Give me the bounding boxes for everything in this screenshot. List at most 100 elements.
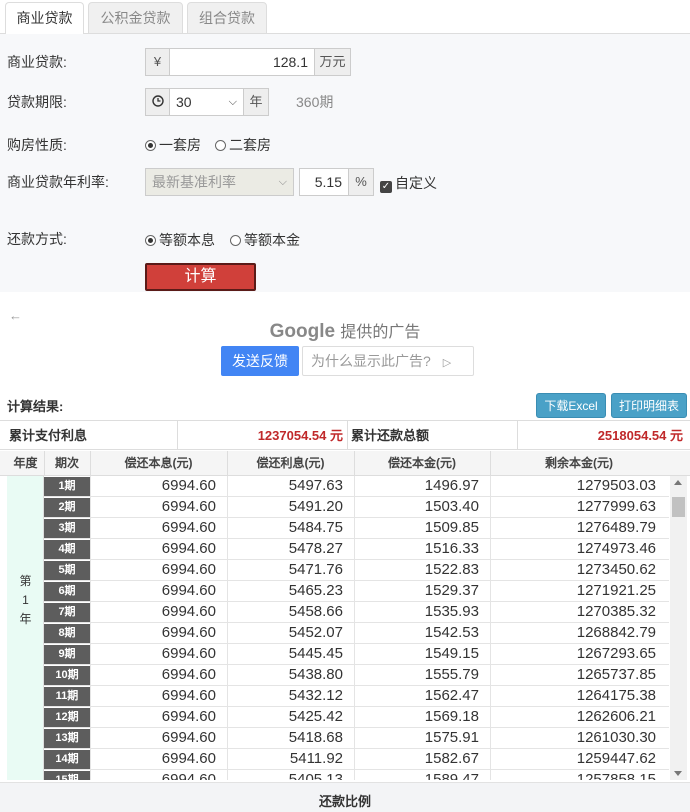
interest-rate-input[interactable]: 5.15	[299, 168, 349, 196]
rate-basis-select[interactable]: 最新基准利率 ⌵	[145, 168, 294, 196]
amount-unit-label: 万元	[314, 48, 351, 76]
cell-remaining: 1265737.85	[576, 666, 656, 683]
table-row: 5期 6994.60 5471.76 1522.83 1273450.62	[44, 560, 669, 581]
header-interest: 偿还利息(元)	[256, 456, 325, 470]
radio-equal-principal[interactable]: 等额本金	[230, 230, 300, 250]
cell-interest: 5471.76	[288, 561, 343, 578]
why-this-ad-button[interactable]: 为什么显示此广告? ▷	[302, 346, 474, 376]
cell-remaining: 1268842.79	[576, 624, 656, 641]
cell-interest: 5432.12	[288, 687, 343, 704]
schedule-table-body[interactable]: 第 1 年 1期 6994.60 5497.63 1496.97 1279503.03 2…	[0, 476, 690, 780]
cell-remaining: 1270385.32	[576, 603, 656, 620]
cell-principal: 1549.15	[424, 645, 479, 662]
header-payment: 偿还本息(元)	[124, 456, 193, 470]
loan-amount-label: 商业贷款:	[7, 54, 67, 70]
table-row: 3期 6994.60 5484.75 1509.85 1276489.79	[44, 518, 669, 539]
results-toolbar: 计算结果: 下载Excel 打印明细表	[0, 392, 690, 420]
repayment-ratio-label: 还款比例	[318, 794, 371, 809]
print-detail-button[interactable]: 打印明细表	[611, 393, 687, 418]
radio-first-home[interactable]: 一套房	[145, 135, 201, 155]
ad-panel: ← Google 提供的广告 发送反馈 为什么显示此广告? ▷	[0, 298, 690, 388]
period-label: 4期	[44, 540, 90, 559]
cell-interest: 5458.66	[288, 603, 343, 620]
results-summary: 累计支付利息 1237054.54 元 累计还款总额 2518054.54 元	[0, 420, 690, 450]
period-label: 5期	[44, 561, 90, 580]
cell-principal: 1516.33	[424, 540, 479, 557]
cell-principal: 1555.79	[424, 666, 479, 683]
scroll-down-icon[interactable]	[674, 771, 682, 776]
radio-first-home-label: 一套房	[159, 137, 201, 153]
cell-payment: 6994.60	[161, 771, 216, 780]
rate-basis-value: 最新基准利率	[152, 174, 236, 190]
table-row: 10期 6994.60 5438.80 1555.79 1265737.85	[44, 665, 669, 686]
cell-interest: 5405.13	[288, 771, 343, 780]
radio-second-home[interactable]: 二套房	[215, 135, 271, 155]
table-row: 7期 6994.60 5458.66 1535.93 1270385.32	[44, 602, 669, 623]
tab-provident-fund-loan[interactable]: 公积金贷款	[88, 2, 183, 34]
cell-principal: 1503.40	[424, 498, 479, 515]
cell-payment: 6994.60	[161, 477, 216, 494]
cell-principal: 1582.67	[424, 750, 479, 767]
year-cell-2	[7, 728, 44, 780]
table-scrollbar[interactable]	[670, 476, 687, 780]
cell-remaining: 1276489.79	[576, 519, 656, 536]
cell-remaining: 1279503.03	[576, 477, 656, 494]
cell-remaining: 1274973.46	[576, 540, 656, 557]
cell-remaining: 1257858.15	[576, 771, 656, 780]
cell-interest: 5418.68	[288, 729, 343, 746]
period-label: 15期	[44, 771, 90, 780]
interest-rate-label: 商业贷款年利率:	[7, 174, 109, 190]
cell-principal: 1562.47	[424, 687, 479, 704]
calculate-button[interactable]: 计算	[145, 263, 256, 291]
header-year: 年度	[13, 456, 38, 470]
scrollbar-thumb[interactable]	[672, 497, 685, 517]
year-cell-1: 第 1 年	[7, 476, 44, 728]
header-period: 期次	[54, 456, 79, 470]
cell-remaining: 1267293.65	[576, 645, 656, 662]
cell-interest: 5478.27	[288, 540, 343, 557]
period-label: 12期	[44, 708, 90, 727]
radio-unselected-icon	[215, 140, 226, 151]
cell-principal: 1535.93	[424, 603, 479, 620]
table-row: 15期 6994.60 5405.13 1589.47 1257858.15	[44, 770, 669, 780]
cell-interest: 5438.80	[288, 666, 343, 683]
cell-principal: 1496.97	[424, 477, 479, 494]
radio-equal-installment-label: 等额本息	[159, 232, 215, 248]
scroll-up-icon[interactable]	[674, 480, 682, 485]
custom-rate-checkbox[interactable]: ✓ 自定义	[380, 173, 437, 193]
tab-commercial-loan[interactable]: 商业贷款	[5, 2, 84, 35]
cell-principal: 1529.37	[424, 582, 479, 599]
cell-interest: 5411.92	[289, 750, 343, 767]
tab-combined-loan[interactable]: 组合贷款	[187, 2, 267, 34]
cell-remaining: 1277999.63	[576, 498, 656, 515]
header-remaining: 剩余本金(元)	[545, 456, 613, 470]
download-excel-button[interactable]: 下载Excel	[536, 393, 606, 418]
google-logo-text: Google	[269, 321, 336, 342]
cell-remaining: 1261030.30	[576, 729, 656, 746]
cell-payment: 6994.60	[161, 687, 216, 704]
period-label: 3期	[44, 519, 90, 538]
cell-interest: 5425.42	[288, 708, 343, 725]
cell-principal: 1509.85	[424, 519, 479, 536]
loan-amount-input[interactable]: 128.1	[169, 48, 315, 76]
repayment-method-label: 还款方式:	[7, 231, 67, 247]
checkbox-checked-icon: ✓	[380, 181, 392, 193]
cell-remaining: 1259447.62	[576, 750, 656, 767]
loan-term-value: 30	[176, 94, 192, 110]
table-row: 2期 6994.60 5491.20 1503.40 1277999.63	[44, 497, 669, 518]
repayment-ratio-tab[interactable]: 还款比例	[0, 782, 690, 812]
loan-term-select[interactable]: 30 ⌵	[169, 88, 244, 116]
cell-remaining: 1262606.21	[576, 708, 656, 725]
send-feedback-button[interactable]: 发送反馈	[221, 346, 299, 376]
term-periods-text: 360期	[296, 94, 334, 110]
cell-principal: 1542.53	[424, 624, 479, 641]
table-row: 11期 6994.60 5432.12 1562.47 1264175.38	[44, 686, 669, 707]
cell-interest: 5452.07	[288, 624, 343, 641]
year-1-label: 第 1 年	[19, 574, 32, 626]
radio-equal-installment[interactable]: 等额本息	[145, 230, 215, 250]
schedule-table-header: 年度 期次 偿还本息(元) 偿还利息(元) 偿还本金(元) 剩余本金(元)	[0, 451, 690, 476]
period-label: 14期	[44, 750, 90, 769]
period-label: 1期	[44, 477, 90, 496]
table-row: 12期 6994.60 5425.42 1569.18 1262606.21	[44, 707, 669, 728]
term-unit-label: 年	[243, 88, 269, 116]
